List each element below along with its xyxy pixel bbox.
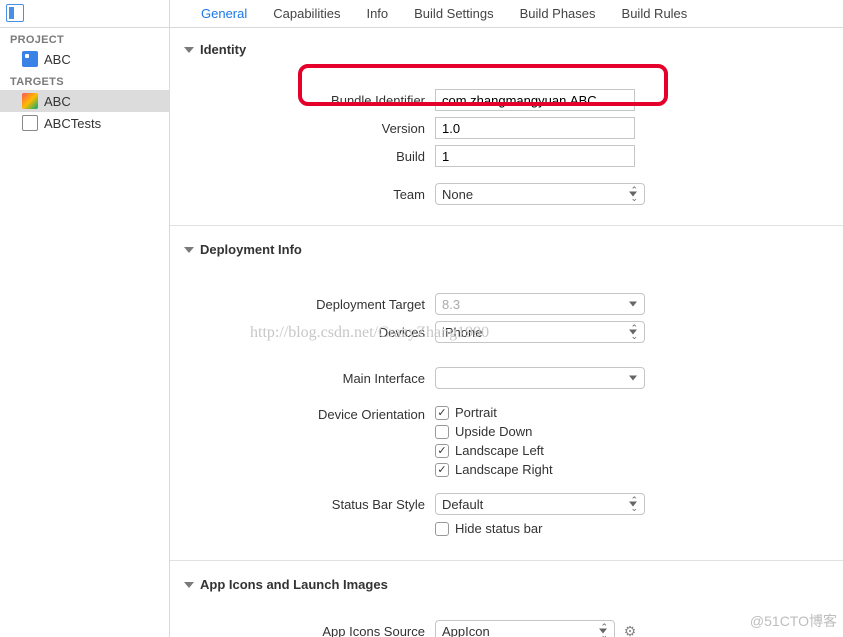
section-header-deployment[interactable]: Deployment Info xyxy=(170,242,843,257)
team-value: None xyxy=(442,187,473,202)
chk-landscape-right[interactable]: Landscape Right xyxy=(435,462,553,477)
row-app-icons-source: App Icons Source AppIcon ⌃⌄ ⚙ xyxy=(170,620,843,637)
orientation-label: Device Orientation xyxy=(170,405,435,422)
target-label: ABC xyxy=(44,94,71,109)
tab-general[interactable]: General xyxy=(188,0,260,28)
chk-hide-status[interactable]: Hide status bar xyxy=(435,521,542,536)
status-bar-label: Status Bar Style xyxy=(170,497,435,512)
tab-info[interactable]: Info xyxy=(353,0,401,28)
section-header-identity[interactable]: Identity xyxy=(170,42,843,57)
row-orientation: Device Orientation Portrait Upside Down … xyxy=(170,405,843,481)
disclosure-icon xyxy=(184,247,194,253)
row-version: Version xyxy=(170,117,843,139)
deployment-target-combo[interactable]: 8.3 xyxy=(435,293,645,315)
deployment-target-value: 8.3 xyxy=(442,297,460,312)
devices-select[interactable]: iPhone ⌃⌄ xyxy=(435,321,645,343)
section-identity: Identity Bundle Identifier Version Build xyxy=(170,42,843,226)
form-area: Identity Bundle Identifier Version Build xyxy=(170,28,843,637)
main-interface-label: Main Interface xyxy=(170,371,435,386)
disclosure-icon xyxy=(184,582,194,588)
devices-label: Devices xyxy=(170,325,435,340)
chk-landscape-left[interactable]: Landscape Left xyxy=(435,443,553,458)
devices-value: iPhone xyxy=(442,325,482,340)
gear-icon[interactable]: ⚙ xyxy=(621,622,639,637)
row-hide-status: Hide status bar xyxy=(170,521,843,540)
main-interface-combo[interactable] xyxy=(435,367,645,389)
build-input[interactable] xyxy=(435,145,635,167)
tab-build-settings[interactable]: Build Settings xyxy=(401,0,507,28)
section-title: Identity xyxy=(200,42,246,57)
app-target-icon xyxy=(22,93,38,109)
status-bar-value: Default xyxy=(442,497,483,512)
row-status-bar: Status Bar Style Default ⌃⌄ xyxy=(170,493,843,515)
row-build: Build xyxy=(170,145,843,167)
row-deployment-target: Deployment Target 8.3 xyxy=(170,293,843,315)
disclosure-icon xyxy=(184,47,194,53)
project-icon xyxy=(22,51,38,67)
tab-capabilities[interactable]: Capabilities xyxy=(260,0,353,28)
bundle-id-input[interactable] xyxy=(435,89,635,111)
chk-portrait[interactable]: Portrait xyxy=(435,405,553,420)
main-pane: General Capabilities Info Build Settings… xyxy=(170,0,843,637)
app-icons-value: AppIcon xyxy=(442,624,490,637)
chk-upside-down[interactable]: Upside Down xyxy=(435,424,553,439)
checkbox-icon xyxy=(435,444,449,458)
test-target-icon xyxy=(22,115,38,131)
row-team: Team None ⌃⌄ xyxy=(170,183,843,205)
project-header: PROJECT xyxy=(0,28,169,48)
project-label: ABC xyxy=(44,52,71,67)
section-app-icons: App Icons and Launch Images App Icons So… xyxy=(170,577,843,637)
sidebar: PROJECT ABC TARGETS ABC ABCTests xyxy=(0,0,170,637)
checkbox-icon xyxy=(435,406,449,420)
version-label: Version xyxy=(170,121,435,136)
project-item[interactable]: ABC xyxy=(0,48,169,70)
tab-build-phases[interactable]: Build Phases xyxy=(507,0,609,28)
target-label: ABCTests xyxy=(44,116,101,131)
panel-toggle-icon[interactable] xyxy=(6,4,24,22)
status-bar-select[interactable]: Default ⌃⌄ xyxy=(435,493,645,515)
version-input[interactable] xyxy=(435,117,635,139)
row-main-interface: Main Interface xyxy=(170,367,843,389)
section-title: App Icons and Launch Images xyxy=(200,577,388,592)
section-header-icons[interactable]: App Icons and Launch Images xyxy=(170,577,843,592)
target-item-app[interactable]: ABC xyxy=(0,90,169,112)
app-icons-label: App Icons Source xyxy=(170,624,435,637)
section-deployment: Deployment Info Deployment Target 8.3 De… xyxy=(170,242,843,561)
deployment-target-label: Deployment Target xyxy=(170,297,435,312)
app-icons-select[interactable]: AppIcon ⌃⌄ xyxy=(435,620,615,637)
checkbox-icon xyxy=(435,463,449,477)
checkbox-icon xyxy=(435,522,449,536)
row-bundle-id: Bundle Identifier xyxy=(170,89,843,111)
bundle-id-label: Bundle Identifier xyxy=(170,93,435,108)
team-select[interactable]: None ⌃⌄ xyxy=(435,183,645,205)
section-title: Deployment Info xyxy=(200,242,302,257)
tab-bar: General Capabilities Info Build Settings… xyxy=(170,0,843,28)
targets-header: TARGETS xyxy=(0,70,169,90)
row-devices: Devices iPhone ⌃⌄ xyxy=(170,321,843,343)
team-label: Team xyxy=(170,187,435,202)
build-label: Build xyxy=(170,149,435,164)
target-item-tests[interactable]: ABCTests xyxy=(0,112,169,134)
tab-build-rules[interactable]: Build Rules xyxy=(609,0,701,28)
sidebar-toolbar xyxy=(0,0,169,28)
checkbox-icon xyxy=(435,425,449,439)
